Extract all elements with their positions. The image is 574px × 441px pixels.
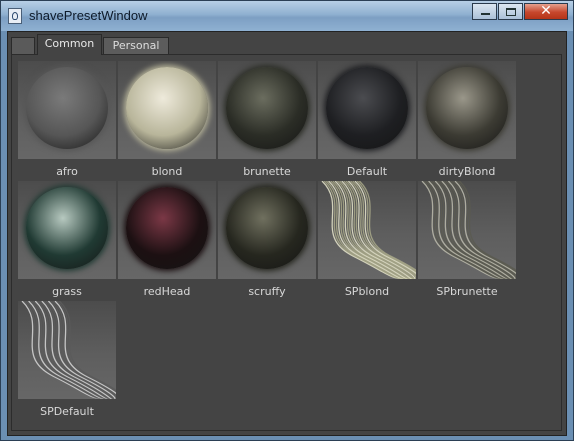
preset-label: SPDefault	[40, 405, 94, 418]
maximize-button[interactable]	[498, 3, 523, 20]
tab-personal[interactable]: Personal	[103, 37, 169, 54]
preset-thumbnail[interactable]	[318, 61, 416, 159]
preset-thumbnail[interactable]	[318, 181, 416, 279]
preset-label: Default	[346, 165, 388, 178]
hair-ball-image	[226, 187, 308, 269]
preset-item-scruffy[interactable]: scruffy	[218, 181, 316, 301]
tab-bar: Common Personal	[8, 32, 566, 55]
window-title: shavePresetWindow	[29, 8, 148, 23]
tab-common[interactable]: Common	[37, 34, 102, 55]
hair-strand-image	[321, 181, 416, 279]
title-bar[interactable]: shavePresetWindow ✕	[1, 1, 573, 31]
hair-strand-image	[21, 301, 116, 399]
hair-ball-image	[126, 67, 208, 149]
preset-label: brunette	[243, 165, 291, 178]
preset-label: blond	[151, 165, 183, 178]
hair-ball-image	[226, 67, 308, 149]
preset-label: afro	[56, 165, 78, 178]
hair-ball-image	[26, 67, 108, 149]
preset-panel: afro blond brunette Default dirtyBlond grass r…	[11, 54, 562, 431]
hair-ball-image	[326, 67, 408, 149]
close-icon: ✕	[540, 3, 552, 19]
window-controls: ✕	[471, 3, 568, 22]
preset-label: scruffy	[248, 285, 286, 298]
preset-label: SPbrunette	[436, 285, 498, 298]
preset-item-spdefault[interactable]: SPDefault	[18, 301, 116, 421]
preset-item-default[interactable]: Default	[318, 61, 416, 181]
preset-thumbnail[interactable]	[218, 61, 316, 159]
preset-thumbnail[interactable]	[118, 181, 216, 279]
tab-scroll-stub[interactable]	[11, 37, 35, 54]
hair-strand-image	[421, 181, 516, 279]
close-button[interactable]: ✕	[524, 3, 568, 20]
preset-item-brunette[interactable]: brunette	[218, 61, 316, 181]
hair-ball-image	[426, 67, 508, 149]
hair-ball-image	[126, 187, 208, 269]
preset-item-spblond[interactable]: SPblond	[318, 181, 416, 301]
preset-item-grass[interactable]: grass	[18, 181, 116, 301]
preset-item-dirtyblond[interactable]: dirtyBlond	[418, 61, 516, 181]
preset-thumbnail[interactable]	[418, 181, 516, 279]
window-content: Common Personal afro blond brunette Default…	[7, 31, 567, 436]
hair-ball-image	[26, 187, 108, 269]
minimize-button[interactable]	[472, 3, 497, 20]
preset-thumbnail[interactable]	[18, 61, 116, 159]
preset-thumbnail[interactable]	[18, 181, 116, 279]
preset-thumbnail[interactable]	[118, 61, 216, 159]
preset-label: redHead	[143, 285, 191, 298]
preset-item-blond[interactable]: blond	[118, 61, 216, 181]
app-icon[interactable]	[8, 8, 22, 24]
preset-item-afro[interactable]: afro	[18, 61, 116, 181]
preset-window: shavePresetWindow ✕ Common Personal afro…	[0, 0, 574, 441]
preset-label: grass	[52, 285, 82, 298]
minimize-icon	[481, 13, 490, 15]
preset-label: dirtyBlond	[438, 165, 496, 178]
preset-item-spbrunette[interactable]: SPbrunette	[418, 181, 516, 301]
preset-label: SPblond	[344, 285, 390, 298]
preset-item-redhead[interactable]: redHead	[118, 181, 216, 301]
maximize-icon	[506, 8, 516, 16]
preset-thumbnail[interactable]	[418, 61, 516, 159]
preset-thumbnail[interactable]	[18, 301, 116, 399]
preset-thumbnail[interactable]	[218, 181, 316, 279]
